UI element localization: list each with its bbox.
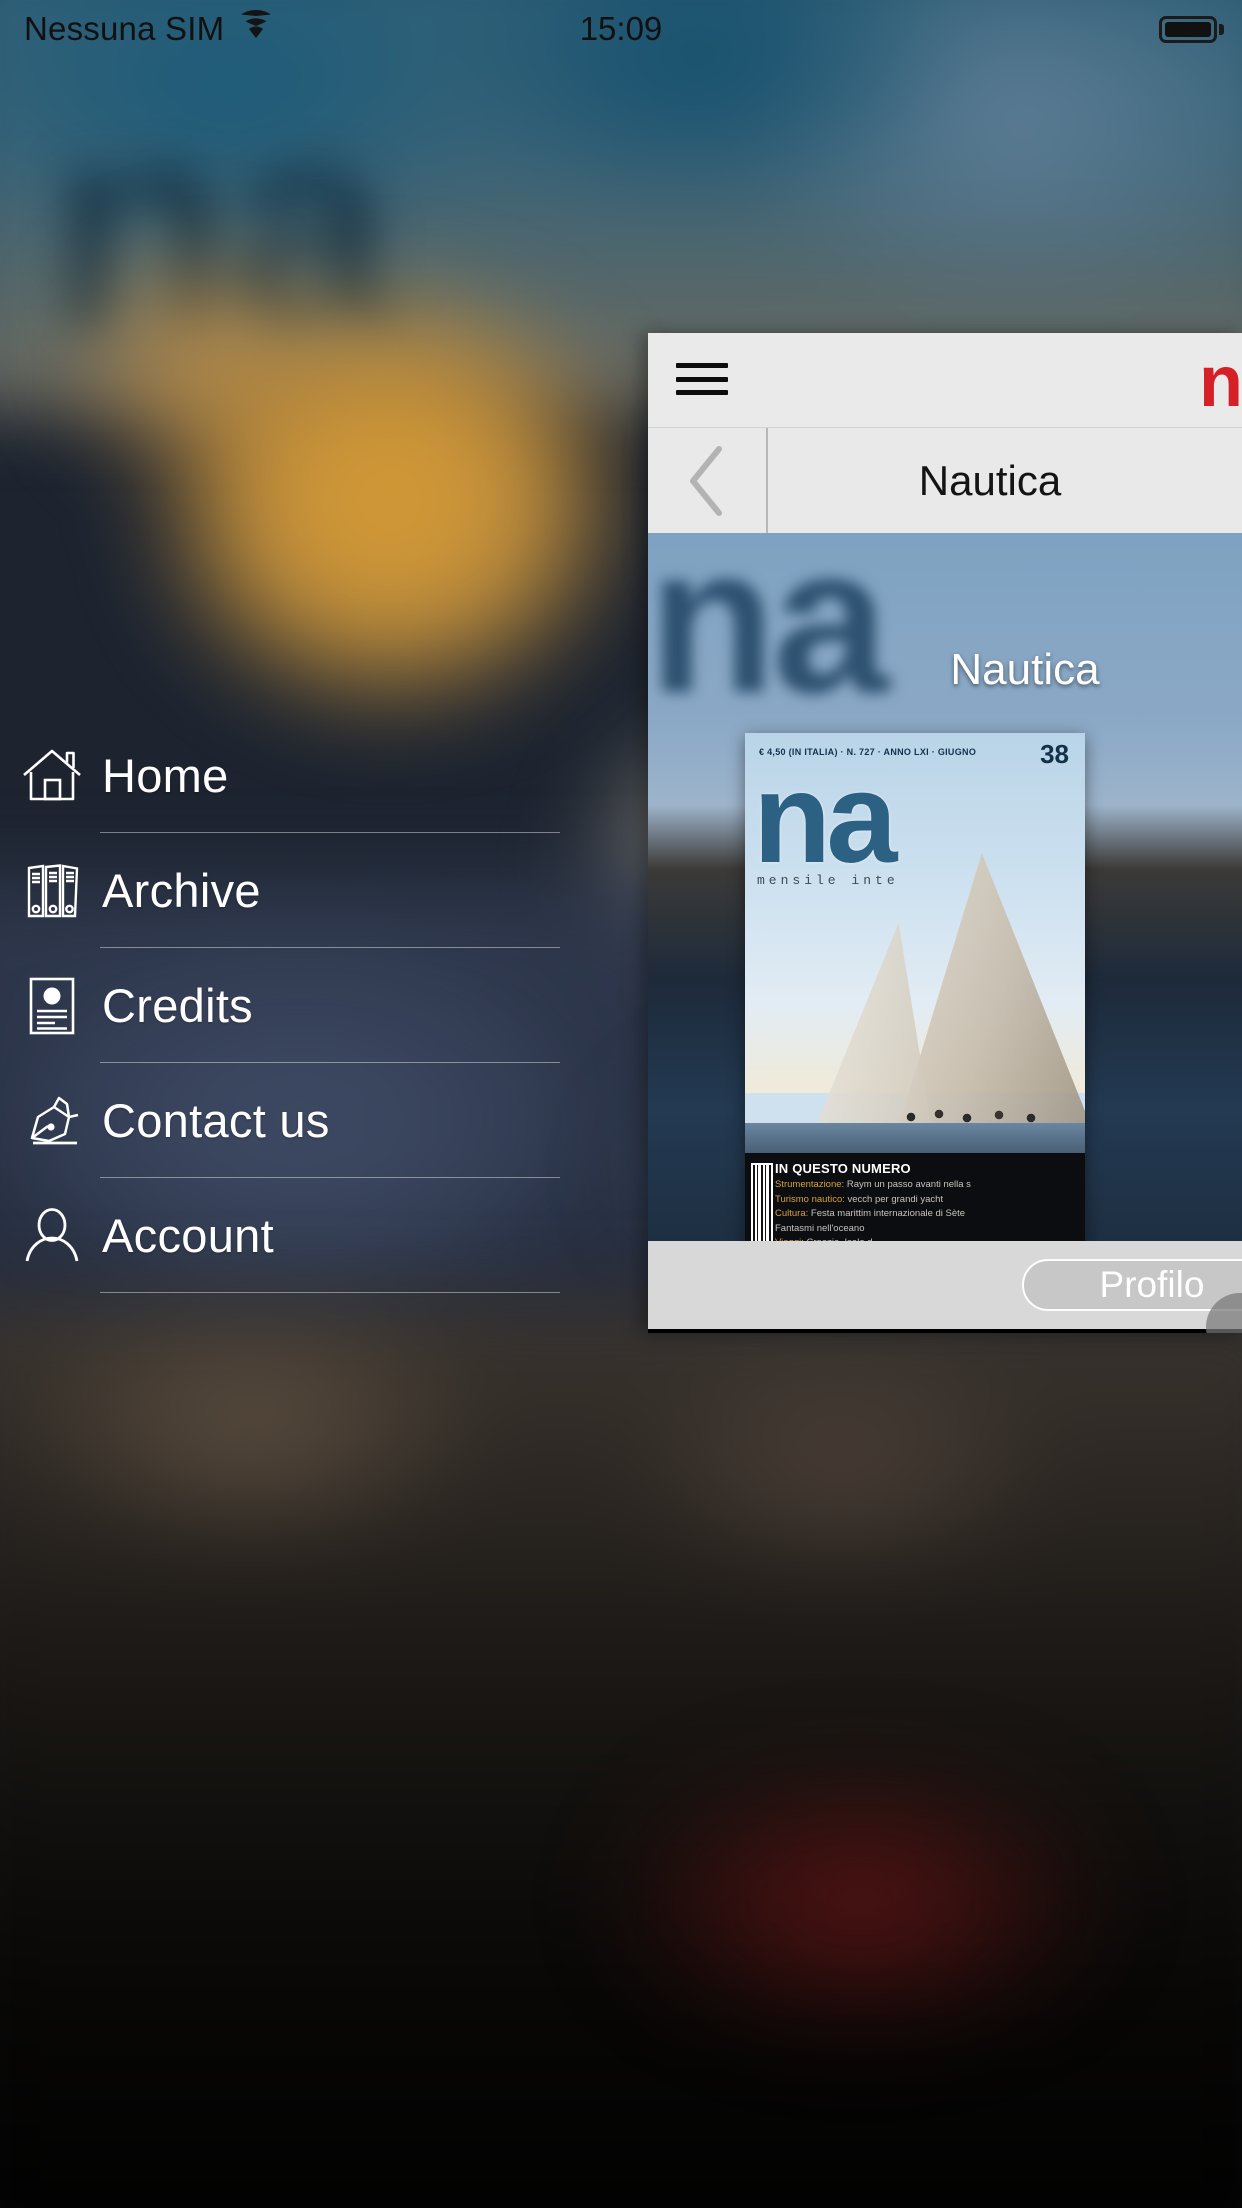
pen-nib-icon bbox=[2, 1081, 102, 1161]
cover-contents-label: IN QUESTO NUMERO bbox=[775, 1161, 911, 1176]
app-nav-bar: Nautica bbox=[648, 427, 1242, 533]
cover-article-text: vecch per grandi yacht bbox=[847, 1193, 944, 1205]
house-icon bbox=[2, 736, 102, 816]
status-bar: Nessuna SIM 15:09 bbox=[0, 0, 1242, 58]
nav-tab-title[interactable]: Nautica bbox=[768, 428, 1242, 533]
side-drawer-menu: Home Archive Credits Contact us Account bbox=[0, 58, 648, 2208]
cover-subtitle: mensile inte bbox=[757, 873, 899, 888]
panel-bottom-strip bbox=[648, 1329, 1242, 1333]
cover-article-text: Raym un passo avanti nella s bbox=[846, 1179, 971, 1190]
cover-crew-silhouettes bbox=[895, 1101, 1085, 1131]
battery-fill bbox=[1165, 21, 1211, 37]
cover-article-text: Fantasmi nell'oceano bbox=[775, 1222, 865, 1234]
hamburger-line bbox=[676, 363, 728, 368]
divider bbox=[100, 1292, 560, 1293]
hamburger-line bbox=[676, 390, 728, 395]
cover-article-item: Turismo nautico: vecch per grandi yacht bbox=[775, 1194, 1073, 1206]
cover-article-item: Fantasmi nell'oceano bbox=[775, 1223, 1073, 1235]
sidebar-item-label: Credits bbox=[102, 979, 253, 1032]
cover-article-topic: Cultura: bbox=[775, 1208, 809, 1219]
sidebar-item-label: Contact us bbox=[102, 1094, 330, 1147]
chevron-left-icon bbox=[681, 443, 733, 519]
clock-label: 15:09 bbox=[579, 10, 663, 47]
person-icon bbox=[2, 1196, 102, 1276]
sidebar-item-label: Account bbox=[102, 1209, 274, 1262]
sidebar-item-label: Archive bbox=[102, 864, 261, 917]
drawer-item-list: Home Archive Credits Contact us Account bbox=[0, 718, 560, 1293]
cover-article-topic: Strumentazione: bbox=[775, 1179, 845, 1190]
profile-button[interactable]: Profilo bbox=[1022, 1259, 1242, 1311]
back-button[interactable] bbox=[648, 428, 768, 533]
battery-shell bbox=[1159, 15, 1217, 43]
hamburger-icon[interactable] bbox=[676, 357, 728, 401]
cover-article-item: Cultura: Festa marittim internazionale d… bbox=[775, 1208, 1073, 1220]
cover-wordmark: na bbox=[753, 747, 897, 890]
binders-icon bbox=[2, 851, 102, 931]
magazine-cover-thumbnail[interactable]: € 4,50 (IN ITALIA) · N. 727 · ANNO LXI ·… bbox=[745, 733, 1085, 1263]
cover-article-text: Festa marittim internazionale di Sète bbox=[810, 1208, 966, 1219]
sidebar-item-contact-us[interactable]: Contact us bbox=[0, 1063, 560, 1178]
app-bottom-toolbar: Profilo bbox=[648, 1241, 1242, 1329]
cover-article-topic: Turismo nautico: bbox=[775, 1193, 845, 1205]
hero-title: Nautica bbox=[950, 645, 1100, 694]
app-header-bar: n bbox=[648, 333, 1242, 427]
cover-article-item: Strumentazione: Raym un passo avanti nel… bbox=[775, 1179, 1073, 1191]
brand-logo: n bbox=[1199, 342, 1242, 422]
sidebar-item-credits[interactable]: Credits bbox=[0, 948, 560, 1063]
hamburger-line bbox=[676, 376, 728, 382]
hero-wordmark-ghost: na bbox=[648, 533, 889, 737]
cover-issue-number: 38 bbox=[1040, 739, 1069, 769]
sidebar-item-label: Home bbox=[102, 749, 229, 802]
sidebar-item-account[interactable]: Account bbox=[0, 1178, 560, 1293]
magazine-hero-area[interactable]: na Nautica € 4,50 (IN ITALIA) · N. 727 ·… bbox=[648, 533, 1242, 1333]
app-preview-panel[interactable]: n Nautica na Nautica € 4,50 (IN ITALIA) … bbox=[648, 333, 1242, 1333]
id-card-icon bbox=[2, 966, 102, 1046]
battery-full-icon bbox=[1159, 15, 1224, 43]
battery-cap bbox=[1219, 23, 1224, 35]
sidebar-item-archive[interactable]: Archive bbox=[0, 833, 560, 948]
sidebar-item-home[interactable]: Home bbox=[0, 718, 560, 833]
